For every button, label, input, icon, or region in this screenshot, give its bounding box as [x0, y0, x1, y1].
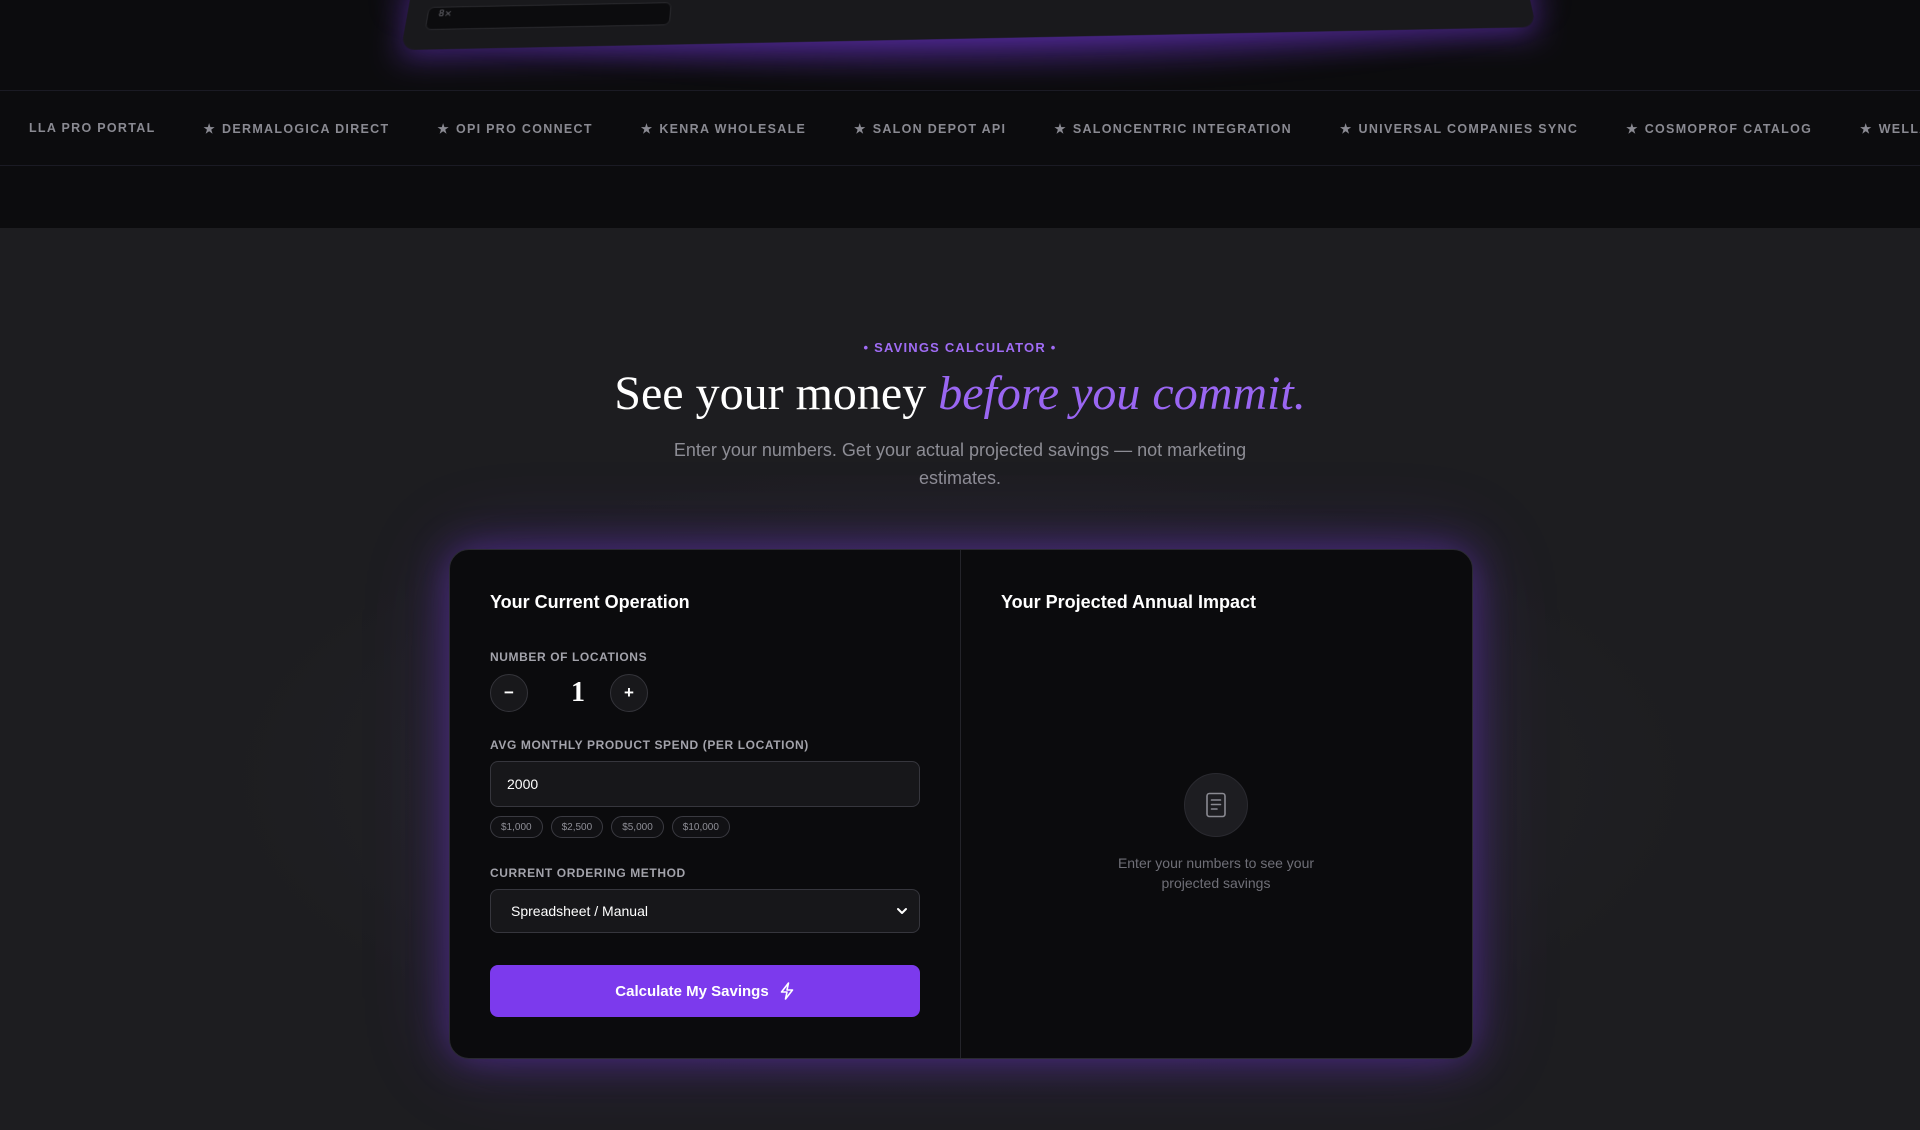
current-operation-panel: Your Current Operation NUMBER OF LOCATIO…: [490, 550, 920, 1058]
locations-label: NUMBER OF LOCATIONS: [490, 650, 648, 664]
locations-value: 1: [571, 677, 585, 708]
marquee-item: ★ WELLA PRO P: [1860, 121, 1920, 136]
marquee-item-label: UNIVERSAL COMPANIES SYNC: [1358, 121, 1579, 136]
star-icon: ★: [640, 121, 654, 136]
marquee-track: LLA PRO PORTAL ★ DERMALOGICA DIRECT ★ OPI …: [23, 91, 1920, 165]
star-icon: ★: [203, 121, 217, 136]
section-subtitle: Enter your numbers. Get your actual proj…: [673, 440, 1247, 488]
hero-bottom-band: 8× LLA PRO PORTAL ★ DERMALOGICA DIRECT ★ O…: [0, 0, 1920, 228]
marquee-item-label: SALONCENTRIC INTEGRATION: [1072, 121, 1293, 136]
spend-preset-chip[interactable]: $10,000: [671, 816, 730, 838]
spend-preset-chip[interactable]: $5,000: [611, 816, 664, 838]
current-operation-title: Your Current Operation: [490, 592, 690, 612]
marquee-item: ★ DERMALOGICA DIRECT: [204, 121, 390, 136]
ordering-method-selected: Spreadsheet / Manual: [511, 903, 648, 919]
device-screen-panel: 8×: [424, 2, 672, 31]
integrations-marquee: LLA PRO PORTAL ★ DERMALOGICA DIRECT ★ OPI …: [0, 90, 1920, 166]
marquee-item-label: SALON DEPOT API: [872, 121, 1007, 136]
marquee-item: ★ SALONCENTRIC INTEGRATION: [1054, 121, 1292, 136]
savings-calculator-card: Your Current Operation NUMBER OF LOCATIO…: [449, 549, 1473, 1059]
card-divider: [960, 550, 961, 1058]
marquee-item-label: WELLA PRO P: [1878, 121, 1920, 136]
star-icon: ★: [1340, 121, 1353, 136]
device-preview-text: 8×: [437, 9, 453, 20]
marquee-item: LLA PRO PORTAL: [23, 121, 156, 135]
spend-preset-chips: $1,000 $2,500 $5,000 $10,000: [490, 816, 730, 838]
marquee-item: ★ OPI PRO CONNECT: [437, 121, 592, 136]
calculate-savings-button[interactable]: Calculate My Savings: [490, 965, 920, 1017]
marquee-item: ★ SALON DEPOT API: [854, 121, 1006, 136]
star-icon: ★: [1626, 121, 1639, 136]
section-headline: See your money before you commit.: [0, 366, 1920, 421]
marquee-item: ★ COSMOPROF CATALOG: [1626, 121, 1812, 136]
marquee-item: ★ UNIVERSAL COMPANIES SYNC: [1340, 121, 1578, 136]
marquee-item-label: KENRA WHOLESALE: [659, 121, 807, 136]
marquee-item-label: DERMALOGICA DIRECT: [222, 121, 390, 136]
ordering-method-select[interactable]: Spreadsheet / Manual: [490, 889, 920, 933]
monthly-spend-input[interactable]: [490, 761, 920, 807]
document-icon: [1184, 773, 1248, 837]
star-icon: ★: [437, 121, 450, 136]
increment-locations-button[interactable]: +: [610, 674, 648, 712]
spend-preset-chip[interactable]: $1,000: [490, 816, 543, 838]
spend-preset-chip[interactable]: $2,500: [550, 816, 604, 838]
monthly-spend-label: AVG MONTHLY PRODUCT SPEND (PER LOCATION): [490, 738, 809, 752]
star-icon: ★: [854, 121, 867, 136]
projected-impact-title: Your Projected Annual Impact: [1001, 592, 1257, 612]
headline-plain: See your money: [614, 367, 939, 420]
section-eyebrow: • SAVINGS CALCULATOR •: [863, 340, 1057, 355]
empty-state-message: Enter your numbers to see your projected…: [1117, 855, 1315, 891]
marquee-item-label: OPI PRO CONNECT: [455, 121, 593, 136]
headline-accent: before you commit.: [938, 367, 1306, 420]
calculate-savings-label: Calculate My Savings: [615, 982, 769, 1000]
marquee-item-label: COSMOPROF CATALOG: [1644, 121, 1813, 136]
marquee-item: ★ KENRA WHOLESALE: [641, 121, 806, 136]
star-icon: ★: [1860, 121, 1873, 136]
ordering-method-label: CURRENT ORDERING METHOD: [490, 866, 686, 880]
decrement-locations-button[interactable]: −: [490, 674, 528, 712]
marquee-item-label: LLA PRO PORTAL: [29, 121, 156, 135]
chevron-down-icon: [897, 908, 907, 914]
projected-impact-panel: Your Projected Annual Impact Enter your …: [1001, 550, 1431, 1058]
lightning-icon: [780, 982, 794, 1000]
star-icon: ★: [1054, 121, 1067, 136]
